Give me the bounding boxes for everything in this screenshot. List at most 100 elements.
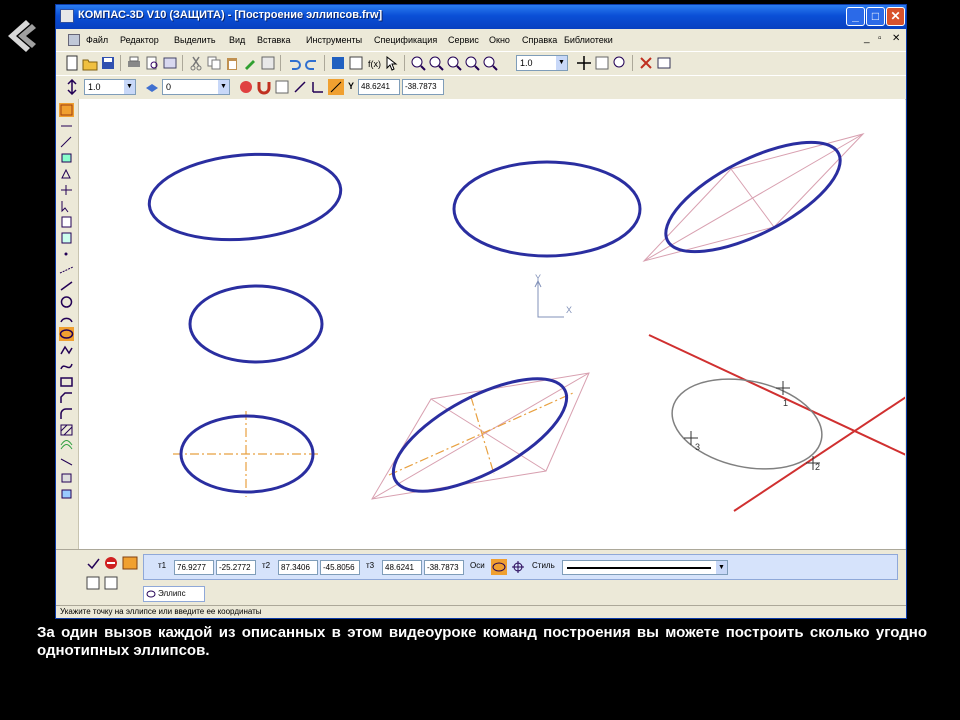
- ellipse-rotated-2[interactable]: [377, 356, 582, 513]
- symbols-panel-icon[interactable]: [59, 135, 74, 149]
- auto-create-icon[interactable]: [122, 556, 138, 570]
- mdi-close-button[interactable]: ✕: [892, 33, 900, 44]
- point2-x-field[interactable]: 87.3406: [278, 560, 318, 575]
- menu-file[interactable]: Файл: [86, 35, 108, 45]
- zoom-previous-icon[interactable]: [482, 55, 498, 71]
- snap-icon[interactable]: [328, 79, 344, 95]
- undo-icon[interactable]: [286, 55, 302, 71]
- create-object-icon[interactable]: [86, 556, 100, 570]
- save-icon[interactable]: [100, 55, 116, 71]
- remember-state-icon[interactable]: [104, 576, 118, 590]
- line-style-combo[interactable]: ▼: [562, 560, 728, 575]
- print-preview-icon[interactable]: [144, 55, 160, 71]
- copy-icon[interactable]: [206, 55, 222, 71]
- axes-toggle-icon[interactable]: [491, 559, 507, 575]
- stop-icon[interactable]: [104, 556, 118, 570]
- menu-specification[interactable]: Спецификация: [374, 35, 437, 45]
- fillet-tool-icon[interactable]: [59, 407, 74, 421]
- point2-y-field[interactable]: -45.8056: [320, 560, 360, 575]
- cut-icon[interactable]: [188, 55, 204, 71]
- point3-x-field[interactable]: 48.6241: [382, 560, 422, 575]
- collect-contour-icon[interactable]: [59, 487, 74, 501]
- properties-icon[interactable]: [162, 55, 178, 71]
- dimensions-panel-icon[interactable]: [59, 119, 74, 133]
- zoom-window-icon[interactable]: [446, 55, 462, 71]
- new-document-icon[interactable]: [64, 55, 80, 71]
- manager-icon[interactable]: [330, 55, 346, 71]
- reports-panel-icon[interactable]: [59, 231, 74, 245]
- step-icon[interactable]: [64, 79, 80, 95]
- point1-y-field[interactable]: -25.2772: [216, 560, 256, 575]
- axes-off-icon[interactable]: [510, 559, 526, 575]
- macro-tool-icon[interactable]: [59, 471, 74, 485]
- select-panel-icon[interactable]: [59, 199, 74, 213]
- variables-icon[interactable]: [348, 55, 364, 71]
- ellipse-axes-aligned-2[interactable]: [452, 160, 642, 258]
- pan-icon[interactable]: [576, 55, 592, 71]
- ellipse-rotated-1[interactable]: [651, 120, 856, 273]
- menu-view[interactable]: Вид: [229, 35, 245, 45]
- window-icon[interactable]: [656, 55, 672, 71]
- fx-icon[interactable]: f(x): [366, 55, 382, 71]
- contour-tool-icon[interactable]: [59, 455, 74, 469]
- cursor-x-field[interactable]: 48.6241: [358, 79, 400, 95]
- aux-line-icon[interactable]: [59, 263, 74, 277]
- menu-tools[interactable]: Инструменты: [306, 35, 362, 45]
- polyline-tool-icon[interactable]: [59, 343, 74, 357]
- measure-panel-icon[interactable]: [59, 183, 74, 197]
- parametrization-panel-icon[interactable]: [59, 167, 74, 181]
- mdi-minimize-button[interactable]: _: [864, 33, 870, 44]
- arc-tool-icon[interactable]: [59, 311, 74, 325]
- tools-icon[interactable]: [638, 55, 654, 71]
- zoom-combo[interactable]: 1.0 ▼: [516, 55, 568, 71]
- spec-panel-icon[interactable]: [59, 215, 74, 229]
- hatch-tool-icon[interactable]: [59, 423, 74, 437]
- pointer-help-icon[interactable]: [384, 55, 400, 71]
- equidistant-tool-icon[interactable]: [59, 439, 74, 453]
- spline-tool-icon[interactable]: [59, 359, 74, 373]
- menu-select[interactable]: Выделить: [174, 35, 216, 45]
- open-icon[interactable]: [82, 55, 98, 71]
- menu-service[interactable]: Сервис: [448, 35, 479, 45]
- color-icon[interactable]: [238, 79, 254, 95]
- ellipse-axes-aligned-3[interactable]: [188, 284, 324, 364]
- cursor-y-field[interactable]: -38.7873: [402, 79, 444, 95]
- point1-x-field[interactable]: 76.9277: [174, 560, 214, 575]
- zoom-out-icon[interactable]: [428, 55, 444, 71]
- grid-icon[interactable]: [274, 79, 290, 95]
- layer-combo[interactable]: 0 ▼: [162, 79, 230, 95]
- menu-window[interactable]: Окно: [489, 35, 510, 45]
- drawing-canvas[interactable]: Y X 1 2 3: [79, 99, 905, 549]
- menu-libraries[interactable]: Библиотеки: [564, 35, 613, 45]
- edit-panel-icon[interactable]: [59, 151, 74, 165]
- ortho-icon[interactable]: [292, 79, 308, 95]
- ellipse-axes-aligned-1[interactable]: [146, 147, 345, 247]
- magnifier-icon[interactable]: [612, 55, 628, 71]
- magnet-icon[interactable]: [256, 79, 272, 95]
- print-icon[interactable]: [126, 55, 142, 71]
- chamfer-tool-icon[interactable]: [59, 391, 74, 405]
- paste-icon[interactable]: [224, 55, 240, 71]
- menu-insert[interactable]: Вставка: [257, 35, 290, 45]
- ellipse-tool-icon[interactable]: [59, 327, 74, 341]
- close-button[interactable]: ✕: [886, 7, 905, 26]
- document-icon[interactable]: [68, 34, 80, 46]
- geometry-panel-icon[interactable]: [59, 103, 74, 117]
- point-tool-icon[interactable]: [59, 247, 74, 261]
- format-brush-icon[interactable]: [242, 55, 258, 71]
- rectangle-tool-icon[interactable]: [59, 375, 74, 389]
- segment-tool-icon[interactable]: [59, 279, 74, 293]
- point3-y-field[interactable]: -38.7873: [424, 560, 464, 575]
- local-cs-icon[interactable]: [310, 79, 326, 95]
- redo-icon[interactable]: [304, 55, 320, 71]
- zoom-all-icon[interactable]: [464, 55, 480, 71]
- cursor-step-combo[interactable]: 1.0 ▼: [84, 79, 136, 95]
- refresh-icon[interactable]: [594, 55, 610, 71]
- menu-editor[interactable]: Редактор: [120, 35, 159, 45]
- help-icon[interactable]: [86, 576, 100, 590]
- circle-tool-icon[interactable]: [59, 295, 74, 309]
- menu-help[interactable]: Справка: [522, 35, 557, 45]
- minimize-button[interactable]: _: [846, 7, 865, 26]
- table-icon[interactable]: [260, 55, 276, 71]
- zoom-in-icon[interactable]: [410, 55, 426, 71]
